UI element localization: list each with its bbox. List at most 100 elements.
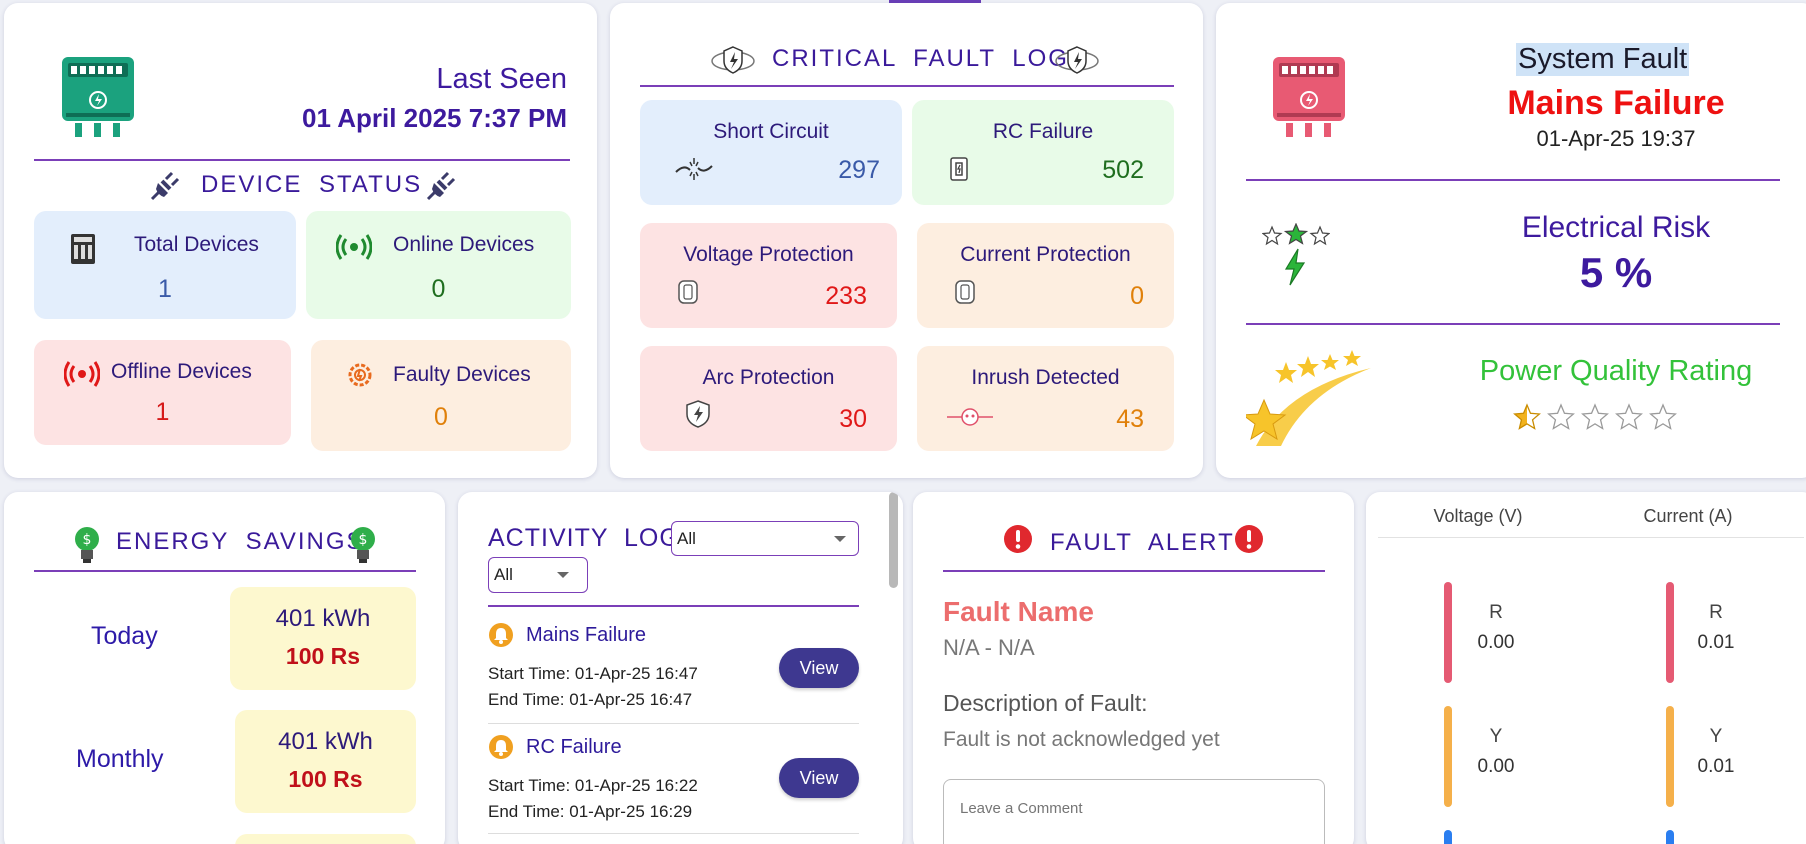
total-devices-label: Total Devices — [134, 233, 259, 256]
current-protection-tile[interactable]: Current Protection 0 — [917, 223, 1174, 328]
gear-fault-icon — [348, 363, 372, 387]
fault-name-label: Fault Name — [943, 596, 1094, 627]
rc-failure-label: RC Failure — [992, 120, 1094, 143]
header-divider — [1378, 537, 1804, 538]
risk-stars-icon — [1262, 223, 1330, 286]
fault-name: Mains Failure — [1507, 84, 1725, 122]
online-devices-tile[interactable]: Online Devices 0 — [306, 211, 571, 319]
activity-entry-start: Start Time: 01-Apr-25 16:47 — [488, 664, 698, 683]
rc-failure-tile[interactable]: RC Failure 502 — [912, 100, 1174, 205]
svg-text:$: $ — [83, 532, 92, 548]
activity-type-filter[interactable]: All — [671, 521, 859, 556]
voltage-protection-label: Voltage Protection — [683, 243, 854, 266]
fault-alert-card: FAULT ALERT Fault Name N/A - N/A Descrip… — [913, 492, 1354, 844]
electrical-risk-value: 5 % — [1579, 249, 1653, 296]
electrical-risk-label: Electrical Risk — [1521, 211, 1711, 244]
voltage-y-phase: Y — [1489, 726, 1503, 747]
description-value: Fault is not acknowledged yet — [943, 728, 1220, 751]
shield-bolt-icon — [1055, 46, 1099, 74]
current-y-bar — [1666, 706, 1674, 807]
activity-status-filter[interactable]: All — [488, 557, 588, 593]
short-circuit-label: Short Circuit — [713, 120, 829, 143]
rc-failure-value: 502 — [1102, 156, 1144, 184]
scrollbar-thumb[interactable] — [889, 492, 898, 588]
bell-icon — [489, 623, 513, 647]
current-r-bar — [1666, 582, 1674, 683]
current-b-bar — [1666, 830, 1674, 844]
svg-text:$: $ — [359, 532, 368, 548]
chevron-down-icon — [834, 535, 846, 542]
activity-status-filter-value: All — [494, 565, 513, 584]
monthly-energy: 401 kWh — [278, 728, 373, 755]
faulty-devices-label: Faulty Devices — [393, 363, 531, 386]
system-fault-card: System Fault Mains Failure 01-Apr-25 19:… — [1216, 3, 1806, 478]
voltage-y-value: 0.00 — [1477, 756, 1515, 777]
view-button[interactable]: View — [779, 758, 859, 798]
divider — [943, 570, 1325, 572]
short-circuit-tile[interactable]: Short Circuit 297 — [640, 100, 902, 205]
alert-icon — [1004, 525, 1032, 553]
voltage-protection-icon — [678, 280, 698, 304]
readings-card: Voltage (V) Current (A) R 0.00 Y 0.00 R … — [1366, 492, 1806, 844]
arc-protection-tile[interactable]: Arc Protection 30 — [640, 346, 897, 451]
activity-entry-name: Mains Failure — [526, 624, 647, 646]
total-devices-tile[interactable]: Total Devices 1 — [34, 211, 296, 319]
wireless-signal-icon — [336, 234, 372, 260]
voltage-header: Voltage (V) — [1433, 506, 1523, 526]
fault-name-value: N/A - N/A — [943, 635, 1035, 660]
current-y-value: 0.01 — [1697, 756, 1735, 777]
monthly-savings-tile: 401 kWh 100 Rs — [235, 710, 416, 813]
plug-icon — [150, 171, 180, 201]
current-protection-value: 0 — [1130, 282, 1144, 310]
rc-failure-icon — [950, 157, 968, 181]
arc-protection-icon — [686, 400, 710, 428]
offline-devices-tile[interactable]: Offline Devices 1 — [34, 340, 291, 445]
activity-entry-start: Start Time: 01-Apr-25 16:22 — [488, 776, 698, 795]
view-button[interactable]: View — [779, 648, 859, 688]
bulb-dollar-icon: $ — [351, 527, 375, 563]
system-fault-label: System Fault — [1516, 43, 1690, 76]
inrush-detected-value: 43 — [1116, 405, 1144, 433]
voltage-r-bar — [1444, 582, 1452, 683]
offline-devices-label: Offline Devices — [111, 360, 252, 383]
current-header: Current (A) — [1643, 506, 1733, 526]
current-protection-label: Current Protection — [960, 243, 1131, 266]
last-seen-value: 01 April 2025 7:37 PM — [302, 103, 567, 133]
activity-log-title: ACTIVITY LOG — [488, 524, 680, 552]
comment-input[interactable] — [943, 779, 1325, 844]
arc-protection-value: 30 — [839, 405, 867, 433]
last-seen-label: Last Seen — [436, 63, 567, 95]
rating-star — [1547, 403, 1575, 430]
description-label: Description of Fault: — [943, 690, 1148, 716]
current-r-phase: R — [1709, 602, 1723, 623]
rating-star — [1649, 403, 1677, 430]
online-devices-label: Online Devices — [393, 233, 535, 256]
activity-type-filter-value: All — [677, 529, 696, 548]
short-circuit-value: 297 — [838, 156, 880, 184]
divider — [488, 605, 859, 607]
shooting-stars-icon — [1246, 350, 1371, 446]
voltage-protection-tile[interactable]: Voltage Protection 233 — [640, 223, 897, 328]
fault-alert-title: FAULT ALERT — [1050, 529, 1235, 556]
device-status-card: Last Seen 01 April 2025 7:37 PM DEVICE S… — [4, 3, 597, 478]
power-quality-label: Power Quality Rating — [1479, 355, 1753, 387]
device-status-title: DEVICE STATUS — [201, 171, 423, 198]
fault-time: 01-Apr-25 19:37 — [1536, 126, 1696, 151]
voltage-r-phase: R — [1489, 602, 1503, 623]
today-energy: 401 kWh — [275, 605, 371, 632]
plug-icon — [426, 171, 456, 201]
faulty-devices-tile[interactable]: Faulty Devices 0 — [311, 340, 571, 451]
faulty-devices-value: 0 — [434, 403, 448, 431]
critical-fault-log-title: CRITICAL FAULT LOG — [772, 45, 1069, 72]
energy-savings-card: $ ENERGY SAVINGS $ Today 401 kWh 100 Rs … — [4, 492, 445, 844]
power-quality-stars — [1513, 403, 1677, 430]
inrush-detected-tile[interactable]: Inrush Detected 43 — [917, 346, 1174, 451]
chevron-down-icon — [557, 572, 569, 578]
wireless-signal-icon — [64, 361, 100, 387]
activity-entry-end: End Time: 01-Apr-25 16:29 — [488, 802, 693, 821]
voltage-r-value: 0.00 — [1477, 632, 1515, 653]
divider — [34, 159, 570, 161]
activity-log-card: ACTIVITY LOG All All Mains Failure Start… — [458, 492, 903, 844]
rating-star — [1513, 403, 1541, 430]
today-label: Today — [91, 622, 158, 650]
